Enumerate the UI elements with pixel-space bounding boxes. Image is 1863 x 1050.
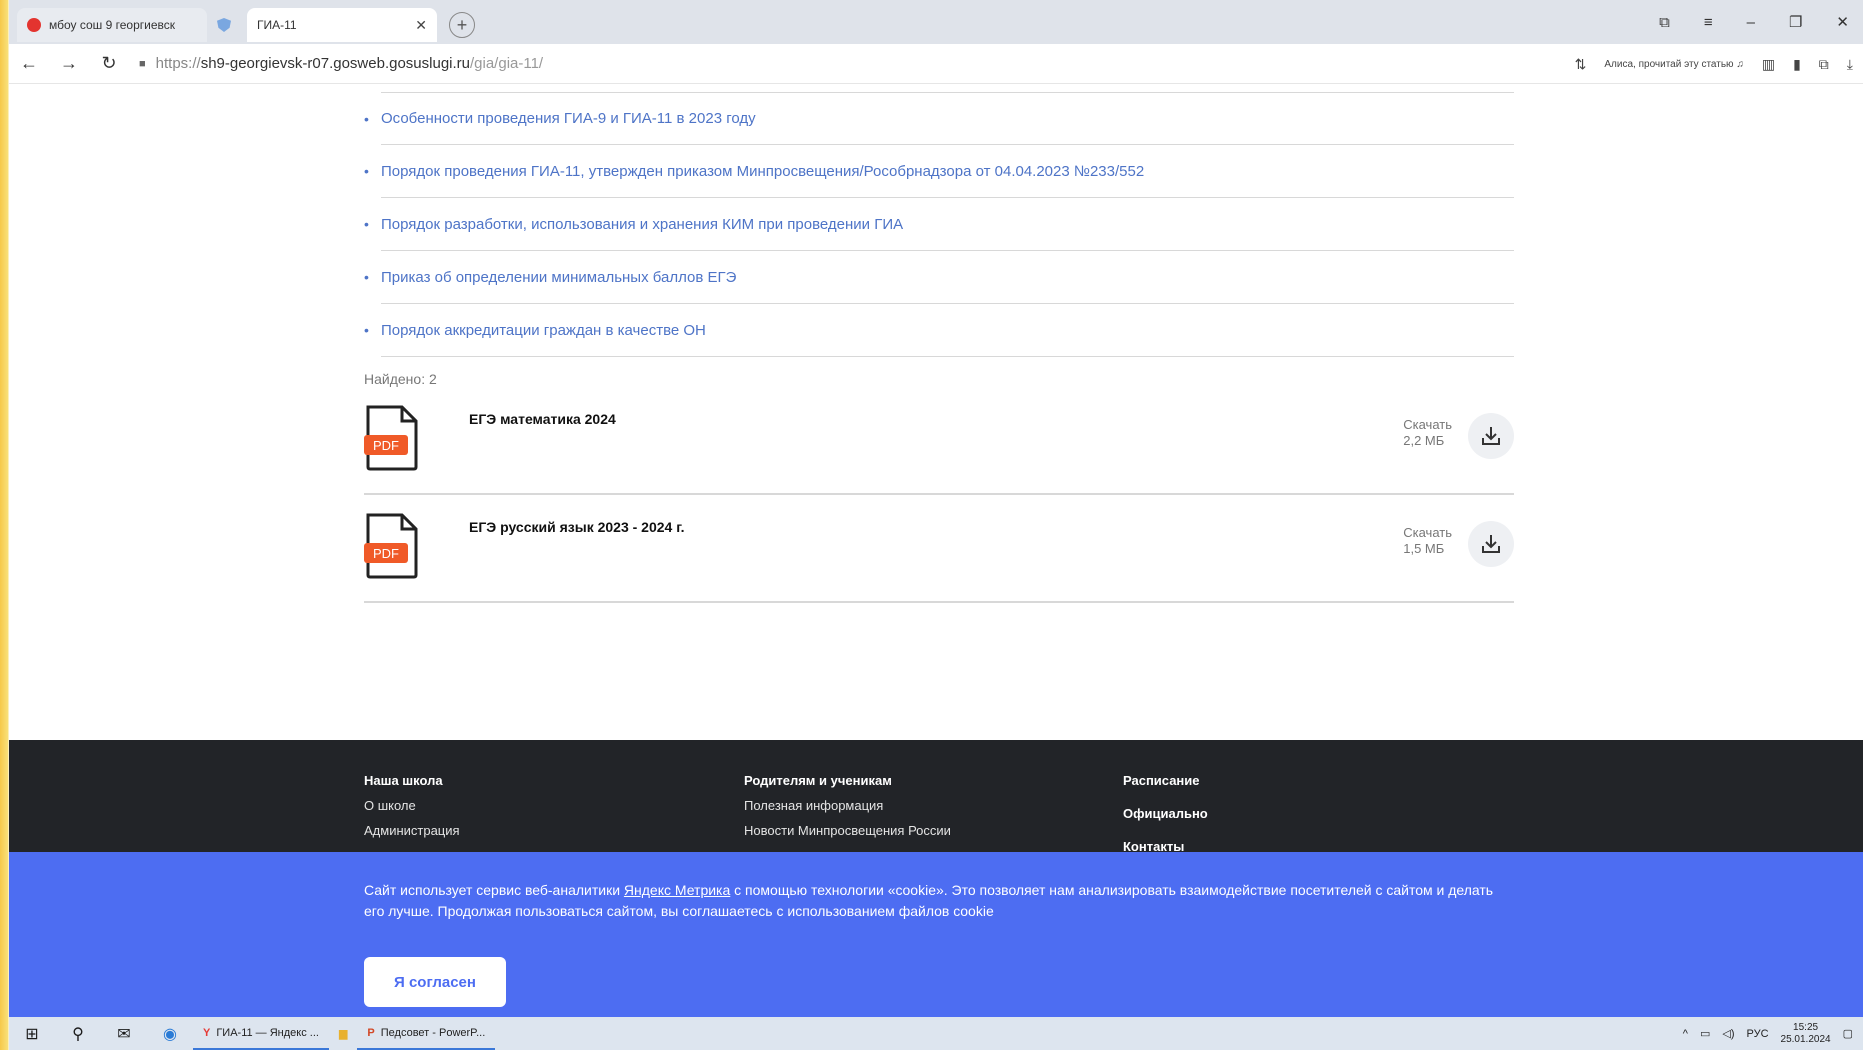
- file-size: 1,5 МБ: [1403, 541, 1445, 556]
- edge-icon[interactable]: ◉: [147, 1017, 193, 1050]
- main-content: Особенности проведения ГИА-9 и ГИА-11 в …: [364, 92, 1514, 603]
- bookmark-icon[interactable]: ▮: [1793, 56, 1801, 73]
- bookmarks-icon[interactable]: ⧉: [1659, 14, 1670, 31]
- url-host: sh9-georgievsk-r07.gosweb.gosuslugi.ru: [200, 55, 470, 72]
- folder-icon: ▆: [338, 1028, 348, 1040]
- tab-gia-11[interactable]: ГИА-11 ✕: [247, 8, 437, 42]
- taskbar-app-yandex[interactable]: Y ГИА-11 — Яндекс ...: [193, 1017, 329, 1050]
- reload-icon[interactable]: ↻: [89, 53, 129, 74]
- search-icon[interactable]: ⚲: [55, 1017, 101, 1050]
- found-count: Найдено: 2: [364, 371, 437, 387]
- doc-link[interactable]: Порядок разработки, использования и хран…: [381, 198, 1514, 251]
- minimize-icon[interactable]: –: [1747, 14, 1755, 31]
- agree-button[interactable]: Я согласен: [364, 957, 506, 1007]
- footer-col-parents: Родителям и ученикам Полезная информация…: [744, 768, 951, 843]
- restore-icon[interactable]: ❐: [1789, 13, 1802, 31]
- new-tab-button[interactable]: +: [449, 12, 475, 38]
- close-tab-icon[interactable]: ✕: [415, 17, 427, 34]
- download-button[interactable]: [1468, 521, 1514, 567]
- pdf-badge-text: PDF: [373, 546, 399, 561]
- notifications-icon[interactable]: ▢: [1843, 1027, 1853, 1040]
- pdf-file-icon: PDF: [364, 405, 418, 471]
- tab-label: мбоу сош 9 георгиевск: [49, 18, 176, 32]
- file-size: 2,2 МБ: [1403, 433, 1445, 448]
- volume-icon[interactable]: ◁): [1722, 1027, 1734, 1040]
- file-title[interactable]: ЕГЭ русский язык 2023 - 2024 г.: [469, 519, 685, 535]
- file-title[interactable]: ЕГЭ математика 2024: [469, 411, 616, 427]
- clock-date: 25.01.2024: [1780, 1033, 1831, 1045]
- footer-link[interactable]: О школе: [364, 793, 460, 818]
- url-field[interactable]: ■ https://sh9-georgievsk-r07.gosweb.gosu…: [139, 55, 543, 72]
- shield-favicon-icon: [217, 18, 231, 32]
- tab-bar: мбоу сош 9 георгиевск ГИА-11 ✕ + ⧉ ≡ – ❐…: [9, 0, 1863, 44]
- reader-icon[interactable]: ▥: [1762, 56, 1775, 73]
- cookie-banner: Сайт использует сервис веб-аналитики Янд…: [9, 852, 1863, 1017]
- file-meta: Скачать 2,2 МБ: [1403, 417, 1452, 449]
- download-icon: [1482, 535, 1500, 553]
- pdf-file-icon: PDF: [364, 513, 418, 579]
- address-bar-tools: ⇅ Алиса, прочитай эту статью ♫ ▥ ▮ ⧉ ⤓: [1575, 44, 1863, 84]
- footer-link-schedule[interactable]: Расписание: [1123, 764, 1208, 797]
- footer-col-school: Наша школа О школе Администрация: [364, 768, 460, 843]
- windows-start-icon[interactable]: ⊞: [9, 1017, 55, 1050]
- doc-link[interactable]: Порядок аккредитации граждан в качестве …: [381, 304, 1514, 357]
- close-window-icon[interactable]: ✕: [1836, 13, 1849, 31]
- download-label: Скачать: [1403, 417, 1452, 432]
- doc-link[interactable]: Приказ об определении минимальных баллов…: [381, 251, 1514, 304]
- footer-heading[interactable]: Наша школа: [364, 768, 460, 793]
- windows-taskbar: ⊞ ⚲ ✉ ◉ Y ГИА-11 — Яндекс ... ▆ P Педсов…: [9, 1017, 1863, 1050]
- footer-link-official[interactable]: Официально: [1123, 797, 1208, 830]
- footer-heading[interactable]: Родителям и ученикам: [744, 768, 951, 793]
- forward-icon[interactable]: →: [49, 53, 89, 74]
- browser-window: мбоу сош 9 георгиевск ГИА-11 ✕ + ⧉ ≡ – ❐…: [9, 0, 1863, 1050]
- yandex-metrika-link[interactable]: Яндекс Метрика: [624, 882, 730, 898]
- taskbar-app-powerpoint[interactable]: P Педсовет - PowerP...: [357, 1017, 496, 1050]
- tab-school[interactable]: мбоу сош 9 георгиевск: [17, 8, 207, 42]
- clock-time: 15:25: [1793, 1021, 1819, 1033]
- site-footer: Наша школа О школе Администрация Родител…: [9, 740, 1863, 854]
- taskbar-app-explorer[interactable]: ▆: [329, 1017, 357, 1050]
- language-indicator[interactable]: РУС: [1747, 1028, 1769, 1040]
- doc-link[interactable]: Порядок проведения ГИА-11, утвержден при…: [381, 145, 1514, 198]
- network-icon[interactable]: ▭: [1700, 1027, 1710, 1040]
- download-button[interactable]: [1468, 413, 1514, 459]
- file-item: PDF ЕГЭ русский язык 2023 - 2024 г. Скач…: [364, 495, 1514, 603]
- download-label: Скачать: [1403, 525, 1452, 540]
- url-path: /gia/gia-11/: [470, 55, 544, 72]
- back-icon[interactable]: ←: [9, 53, 49, 74]
- system-tray: ^ ▭ ◁) РУС 15:25 25.01.2024 ▢: [1683, 1017, 1853, 1050]
- download-icon: [1482, 427, 1500, 445]
- clock[interactable]: 15:25 25.01.2024: [1781, 1022, 1831, 1046]
- mail-icon[interactable]: ✉: [101, 1017, 147, 1050]
- powerpoint-icon: P: [367, 1026, 375, 1039]
- footer-col-links: Расписание Официально Контакты: [1123, 764, 1208, 863]
- doc-link[interactable]: Особенности проведения ГИА-9 и ГИА-11 в …: [381, 92, 1514, 145]
- tab-label: ГИА-11: [257, 18, 297, 32]
- window-controls: ⧉ ≡ – ❐ ✕: [1659, 0, 1863, 44]
- address-bar: ← → ↻ ■ https://sh9-georgievsk-r07.goswe…: [9, 44, 1863, 84]
- footer-link[interactable]: Полезная информация: [744, 793, 951, 818]
- menu-icon[interactable]: ≡: [1704, 14, 1713, 31]
- file-item: PDF ЕГЭ математика 2024 Скачать 2,2 МБ: [364, 387, 1514, 495]
- lock-icon: ■: [139, 57, 146, 70]
- tray-chevron-icon[interactable]: ^: [1683, 1028, 1688, 1040]
- document-links-list: Особенности проведения ГИА-9 и ГИА-11 в …: [364, 92, 1514, 357]
- tab-gosuslugi[interactable]: [207, 8, 247, 42]
- pdf-badge-text: PDF: [373, 438, 399, 453]
- file-meta: Скачать 1,5 МБ: [1403, 525, 1452, 557]
- footer-link[interactable]: Новости Минпросвещения России: [744, 818, 951, 843]
- yandex-browser-icon: Y: [203, 1026, 211, 1039]
- translate-icon[interactable]: ⇅: [1575, 56, 1587, 73]
- alice-read-button[interactable]: Алиса, прочитай эту статью ♫: [1604, 59, 1743, 70]
- footer-link[interactable]: Администрация: [364, 818, 460, 843]
- download-icon[interactable]: ⤓: [1847, 56, 1853, 73]
- cookie-text: Сайт использует сервис веб-аналитики Янд…: [364, 882, 1494, 919]
- extensions-icon[interactable]: ⧉: [1819, 56, 1829, 73]
- opera-favicon-icon: [27, 18, 41, 32]
- url-scheme: https://: [155, 55, 201, 72]
